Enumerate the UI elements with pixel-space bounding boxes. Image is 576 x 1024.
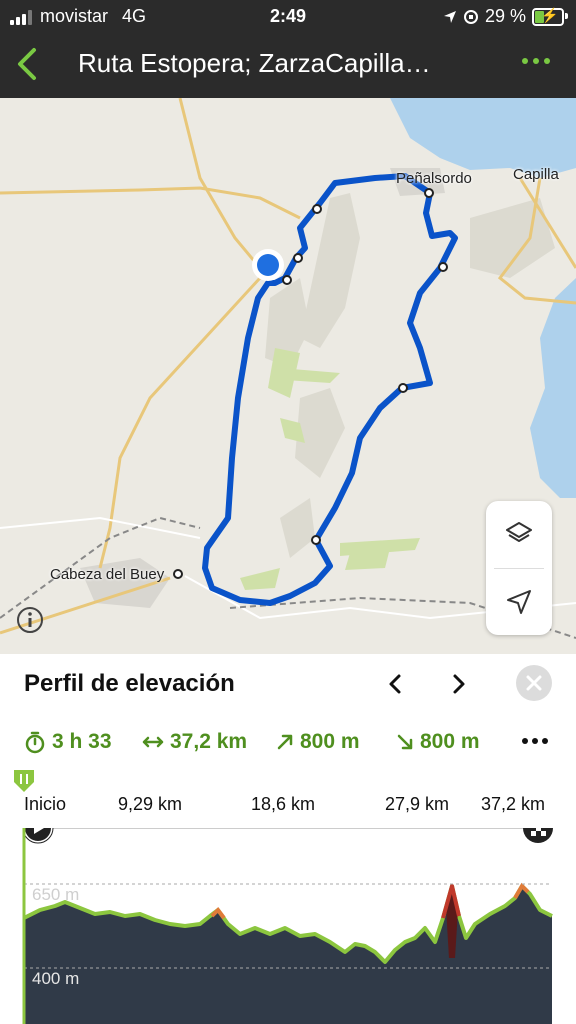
status-bar: movistar 4G 2:49 29 % ⚡ — [0, 0, 576, 34]
distance-axis: Inicio 9,29 km 18,6 km 27,9 km 37,2 km — [0, 792, 576, 826]
route-stats: 3 h 33 37,2 km 800 m 800 m — [24, 730, 552, 756]
map-info-button[interactable] — [16, 606, 44, 634]
location-arrow-icon — [443, 10, 456, 23]
elevation-chart[interactable]: 650 m 400 m — [0, 828, 576, 1024]
more-dots-icon — [522, 58, 528, 64]
map-controls — [486, 501, 552, 635]
current-location-icon — [252, 249, 284, 281]
layers-button[interactable] — [486, 501, 552, 567]
axis-label-start: Inicio — [24, 794, 67, 814]
axis-label-1: 9,29 km — [118, 794, 183, 814]
stat-duration: 3 h 33 — [52, 730, 112, 753]
distance-arrows-icon — [142, 736, 164, 748]
start-flag-icon — [22, 828, 54, 844]
route-map[interactable]: Peñalsordo Capilla Cabeza del Buey — [0, 98, 576, 654]
more-dots-icon — [522, 738, 528, 744]
elevation-label-high: 650 m — [32, 885, 79, 904]
stat-descent: 800 m — [420, 730, 480, 753]
stat-ascent: 800 m — [300, 730, 360, 753]
battery-percent: 29 % — [484, 6, 526, 26]
close-icon — [526, 675, 542, 691]
rotation-lock-icon — [463, 9, 478, 24]
back-button[interactable] — [10, 44, 46, 84]
chevron-right-icon — [453, 674, 465, 694]
axis-label-4: 37,2 km — [481, 794, 546, 814]
stat-distance: 37,2 km — [170, 730, 248, 753]
ascent-arrow-icon — [277, 734, 293, 750]
close-button[interactable] — [516, 665, 552, 701]
descent-arrow-icon — [397, 734, 413, 750]
elevation-panel: Perfil de elevación 3 h 33 37,2 km 800 m… — [0, 654, 576, 1024]
stats-more-button[interactable] — [522, 738, 548, 744]
map-label-cabeza-del-buey: Cabeza del Buey — [50, 566, 165, 583]
elevation-label-low: 400 m — [32, 969, 79, 988]
nav-bar: Ruta Estopera; ZarzaCapilla… — [0, 34, 576, 98]
battery-icon: ⚡ — [532, 7, 568, 26]
panel-title: Perfil de elevación — [24, 670, 235, 697]
locate-button[interactable] — [486, 569, 552, 635]
navigation-arrow-icon — [507, 590, 531, 614]
finish-flag-icon — [523, 828, 553, 843]
axis-label-2: 18,6 km — [251, 794, 316, 814]
previous-button[interactable] — [384, 672, 408, 696]
stopwatch-icon — [25, 731, 45, 754]
more-button[interactable] — [522, 58, 550, 64]
axis-label-3: 27,9 km — [385, 794, 450, 814]
next-button[interactable] — [446, 672, 470, 696]
cursor-handle-icon[interactable] — [12, 768, 36, 794]
page-title: Ruta Estopera; ZarzaCapilla… — [78, 48, 431, 78]
info-icon — [17, 607, 43, 633]
chevron-left-icon — [389, 674, 401, 694]
map-label-capilla: Capilla — [513, 166, 559, 183]
layers-icon — [506, 522, 532, 542]
map-label-penalsordo: Peñalsordo — [396, 170, 472, 187]
chevron-left-icon — [18, 48, 36, 80]
